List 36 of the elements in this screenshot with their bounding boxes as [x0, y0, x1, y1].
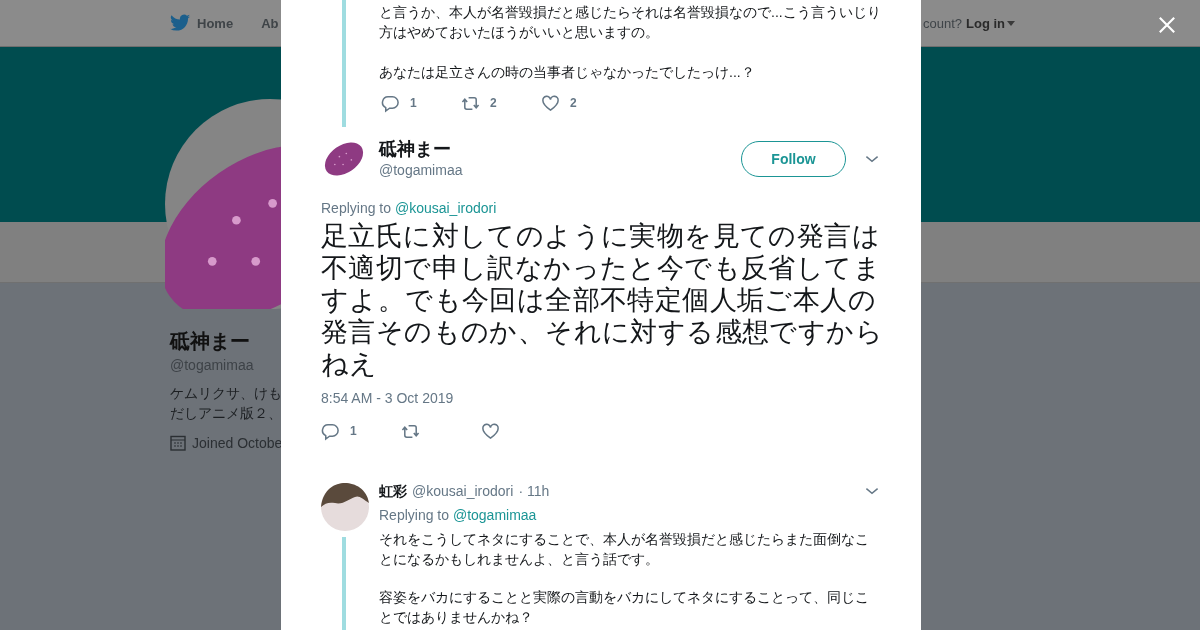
avatar: [321, 483, 369, 531]
login-link[interactable]: Log in: [966, 15, 1015, 31]
profile-bio: ケムリクサ、けも だしアニメ版２、: [170, 384, 282, 423]
joined-date: Joined Octobe: [192, 435, 283, 451]
follow-button[interactable]: Follow: [741, 141, 846, 177]
tweet-text: それをこうしてネタにすることで、本人が名誉毀損だと感じたらまた面倒なことになるかもしれませんよ、と言う話です。: [379, 530, 870, 569]
count: 1: [410, 96, 417, 110]
replying-to-text: Replying to @kousai_irodori: [321, 199, 498, 217]
user-handle: @togamimaa: [379, 161, 464, 180]
count: 1: [350, 424, 357, 438]
about-link[interactable]: Ab: [261, 15, 279, 31]
count: 2: [570, 96, 577, 110]
caret-icon: [1007, 20, 1015, 26]
tweet-age: · 11h: [518, 482, 551, 500]
bird-icon: [170, 14, 191, 32]
calendar-icon: [170, 435, 186, 451]
profile-name: 砥神まー: [170, 329, 250, 354]
count: 2: [490, 96, 497, 110]
reply-icon[interactable]: [321, 421, 340, 441]
mention-link[interactable]: @kousai_irodori: [394, 200, 497, 216]
like-icon[interactable]: [541, 93, 560, 113]
close-icon[interactable]: [1158, 16, 1176, 34]
home-link[interactable]: Home: [170, 14, 234, 32]
user-handle: @kousai_irodori: [412, 482, 514, 500]
tweet-text: 容姿をバカにすることと実際の言動をバカにしてネタにすることって、同じことではありませんかね？: [379, 588, 870, 627]
user-name: 虹彩: [379, 482, 407, 500]
tweet-time: 8:54 AM - 3 Oct 2019: [321, 389, 455, 407]
replying-to-text: Replying to @togamimaa: [379, 506, 538, 524]
reply-icon[interactable]: [381, 93, 400, 113]
like-icon[interactable]: [481, 421, 500, 441]
tweet-text: あなたは足立さんの時の当事者じゃなかったでしたっけ...？: [379, 63, 756, 82]
tweet-text: 足立氏に対してのように実物を見ての発言は不適切で申し訳なかったと今でも反省してますよ。でも今回は全部不特定個人垢ご本人の発言そのものか、それに対する感想ですからねえ: [321, 220, 883, 380]
account-prompt: count?: [922, 15, 962, 31]
tweet-text: と言うか、本人が名誉毀損だと感じたらそれは名誉毀損なので...こう言ういじり方はやめておいたほうがいいと思いますの。: [379, 3, 881, 42]
mention-link[interactable]: @togamimaa: [452, 507, 537, 523]
user-name: 砥神まー: [379, 138, 452, 160]
